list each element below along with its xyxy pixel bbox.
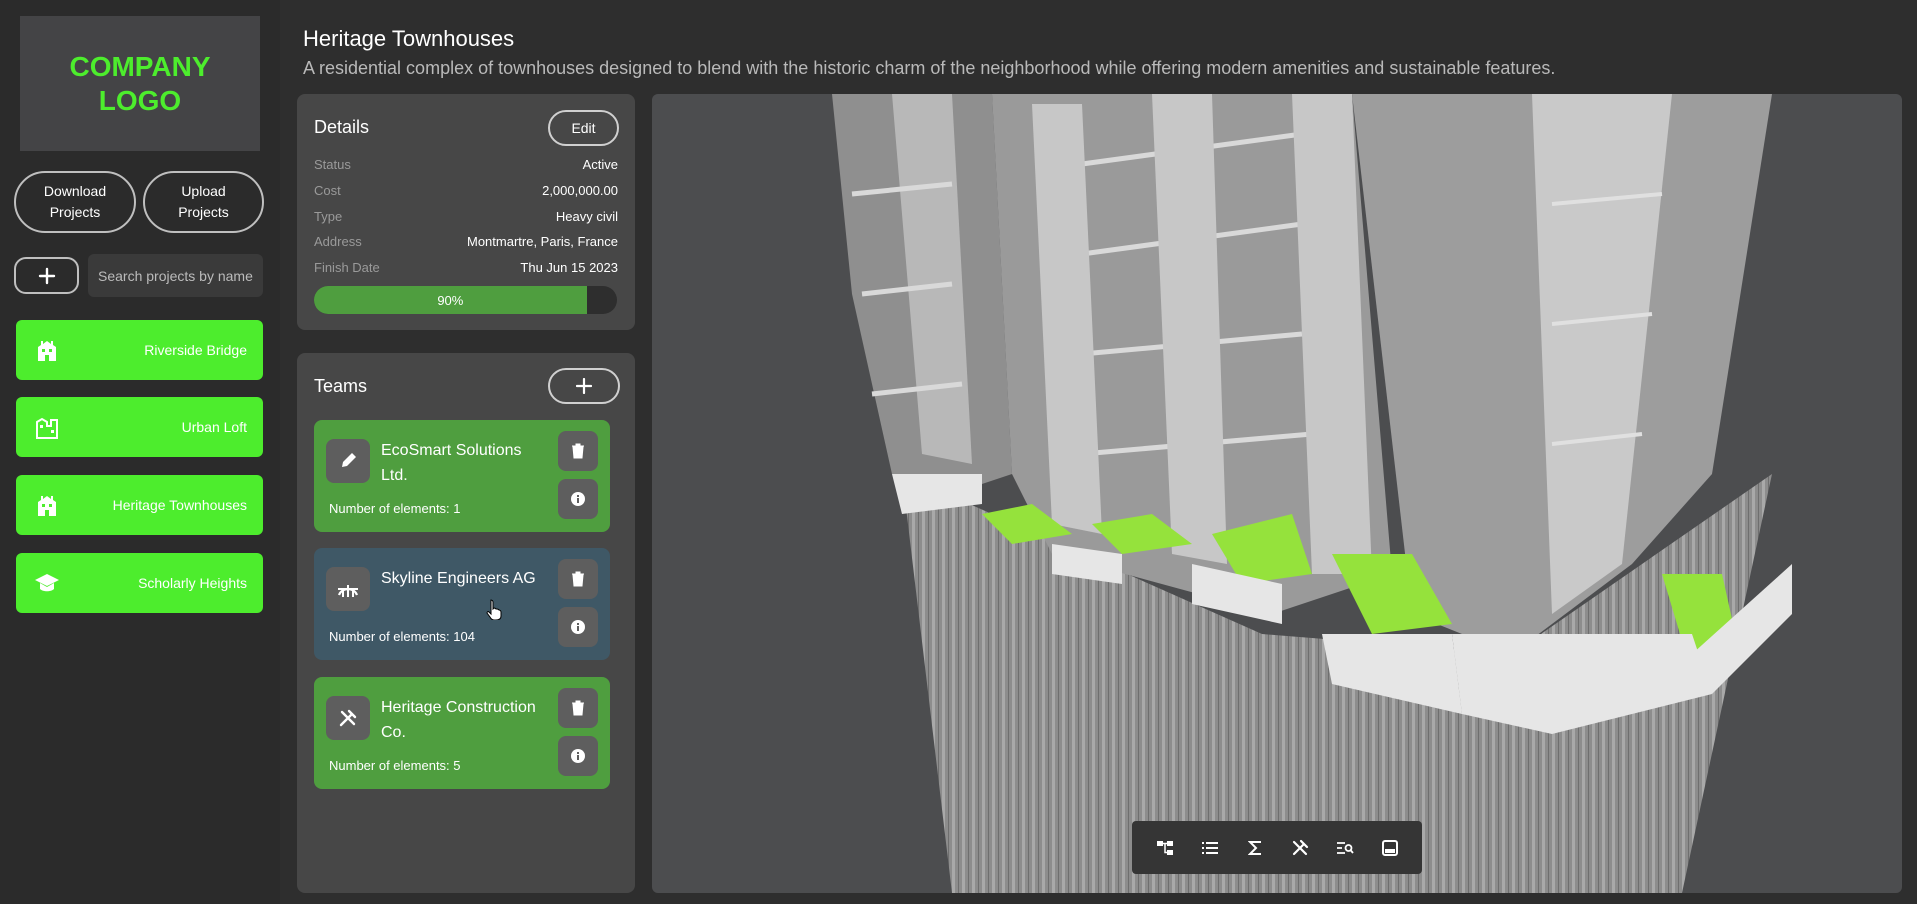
upload-projects-button[interactable]: Upload Projects [143, 171, 264, 233]
logo-text: COMPANY LOGO [69, 50, 211, 116]
team-element-count: Number of elements: 1 [329, 501, 461, 516]
detail-row-type: Type Heavy civil [314, 209, 618, 229]
graduation-cap-icon [35, 574, 59, 592]
trash-icon [572, 571, 584, 587]
inbox-tool-button[interactable] [1374, 832, 1406, 864]
team-icon-box [326, 696, 370, 740]
team-info-button[interactable] [558, 607, 598, 647]
info-icon [571, 620, 585, 634]
project-item-scholarly-heights[interactable]: Scholarly Heights [16, 553, 263, 613]
team-info-button[interactable] [558, 479, 598, 519]
tools-icon [339, 709, 357, 727]
detail-value: Thu Jun 15 2023 [520, 260, 618, 275]
tools-icon [1292, 839, 1308, 855]
team-name: Heritage Construction Co. [381, 699, 536, 741]
plus-icon [576, 378, 592, 394]
delete-team-button[interactable] [558, 688, 598, 728]
city-icon [36, 417, 58, 439]
list-tool-button[interactable] [1194, 832, 1226, 864]
detail-value: Heavy civil [555, 209, 618, 224]
team-info-button[interactable] [558, 736, 598, 776]
sum-tool-button[interactable] [1239, 832, 1271, 864]
download-projects-button[interactable]: Download Projects [14, 171, 136, 233]
sigma-icon [1247, 840, 1261, 855]
page-title: Heritage Townhouses [303, 26, 515, 51]
team-element-count: Number of elements: 104 [329, 629, 475, 644]
details-panel: Details Edit Status Active Cost 2,000,00… [297, 94, 635, 330]
list-icon [1201, 841, 1218, 854]
detail-value: Active [582, 157, 618, 172]
team-card[interactable]: Heritage Construction Co. Number of elem… [314, 677, 610, 789]
search-list-tool-button[interactable] [1329, 832, 1361, 864]
detail-key: Address [314, 234, 362, 249]
teams-panel: Teams EcoSmart Solutions Ltd. Number of … [297, 353, 635, 893]
project-label: Scholarly Heights [138, 575, 247, 591]
team-card[interactable]: EcoSmart Solutions Ltd. Number of elemen… [314, 420, 610, 532]
plus-icon [38, 267, 55, 284]
team-card[interactable]: Skyline Engineers AG Number of elements:… [314, 548, 610, 660]
info-icon [571, 749, 585, 763]
trash-icon [572, 443, 584, 459]
page-subtitle: A residential complex of townhouses desi… [303, 58, 1556, 78]
sidebar: COMPANY LOGO Download Projects Upload Pr… [0, 0, 280, 904]
hand-cursor-icon [486, 599, 502, 620]
tools-tool-button[interactable] [1284, 832, 1316, 864]
details-title: Details [314, 117, 370, 137]
detail-row-address: Address Montmartre, Paris, France [314, 234, 618, 254]
detail-row-cost: Cost 2,000,000.00 [314, 183, 618, 203]
project-label: Urban Loft [181, 419, 247, 435]
detail-key: Type [314, 209, 343, 224]
delete-team-button[interactable] [558, 559, 598, 599]
search-projects-input[interactable] [88, 254, 263, 297]
team-icon-box [326, 567, 370, 611]
building-icon [38, 496, 56, 516]
teams-title: Teams [314, 376, 368, 396]
progress-label: 90% [437, 292, 464, 308]
team-name: EcoSmart Solutions Ltd. [381, 442, 522, 484]
project-label: Riverside Bridge [144, 342, 247, 358]
detail-key: Cost [314, 183, 341, 198]
delete-team-button[interactable] [558, 431, 598, 471]
project-item-heritage-townhouses[interactable]: Heritage Townhouses [16, 475, 263, 535]
viewer-toolbar [1132, 821, 1422, 874]
team-name: Skyline Engineers AG [381, 570, 536, 587]
tree-tool-button[interactable] [1149, 832, 1181, 864]
inbox-icon [1381, 839, 1398, 856]
team-icon-box [326, 439, 370, 483]
detail-value: Montmartre, Paris, France [467, 234, 618, 249]
tree-icon [1156, 840, 1173, 855]
project-label: Heritage Townhouses [112, 497, 247, 513]
project-item-riverside-bridge[interactable]: Riverside Bridge [16, 320, 263, 380]
detail-value: 2,000,000.00 [542, 183, 618, 198]
progress-fill: 90% [314, 286, 587, 314]
upload-projects-label: Upload Projects [178, 183, 229, 220]
bridge-icon [337, 585, 359, 597]
add-team-button[interactable] [548, 368, 620, 404]
edit-button[interactable]: Edit [548, 110, 619, 146]
detail-key: Finish Date [314, 260, 380, 275]
building-icon [38, 341, 56, 361]
info-icon [571, 492, 585, 506]
team-element-count: Number of elements: 5 [329, 758, 461, 773]
edit-label: Edit [571, 120, 596, 136]
company-logo: COMPANY LOGO [20, 16, 260, 151]
detail-row-status: Status Active [314, 157, 618, 177]
add-project-button[interactable] [14, 257, 79, 294]
project-item-urban-loft[interactable]: Urban Loft [16, 397, 263, 457]
detail-row-finish-date: Finish Date Thu Jun 15 2023 [314, 260, 618, 280]
building-model [832, 94, 1792, 893]
trash-icon [572, 700, 584, 716]
pen-icon [342, 453, 356, 467]
progress-bar: 90% [314, 286, 617, 314]
search-list-icon [1336, 841, 1354, 854]
download-projects-label: Download Projects [43, 183, 107, 220]
detail-key: Status [314, 157, 351, 172]
model-viewer[interactable] [652, 94, 1902, 893]
